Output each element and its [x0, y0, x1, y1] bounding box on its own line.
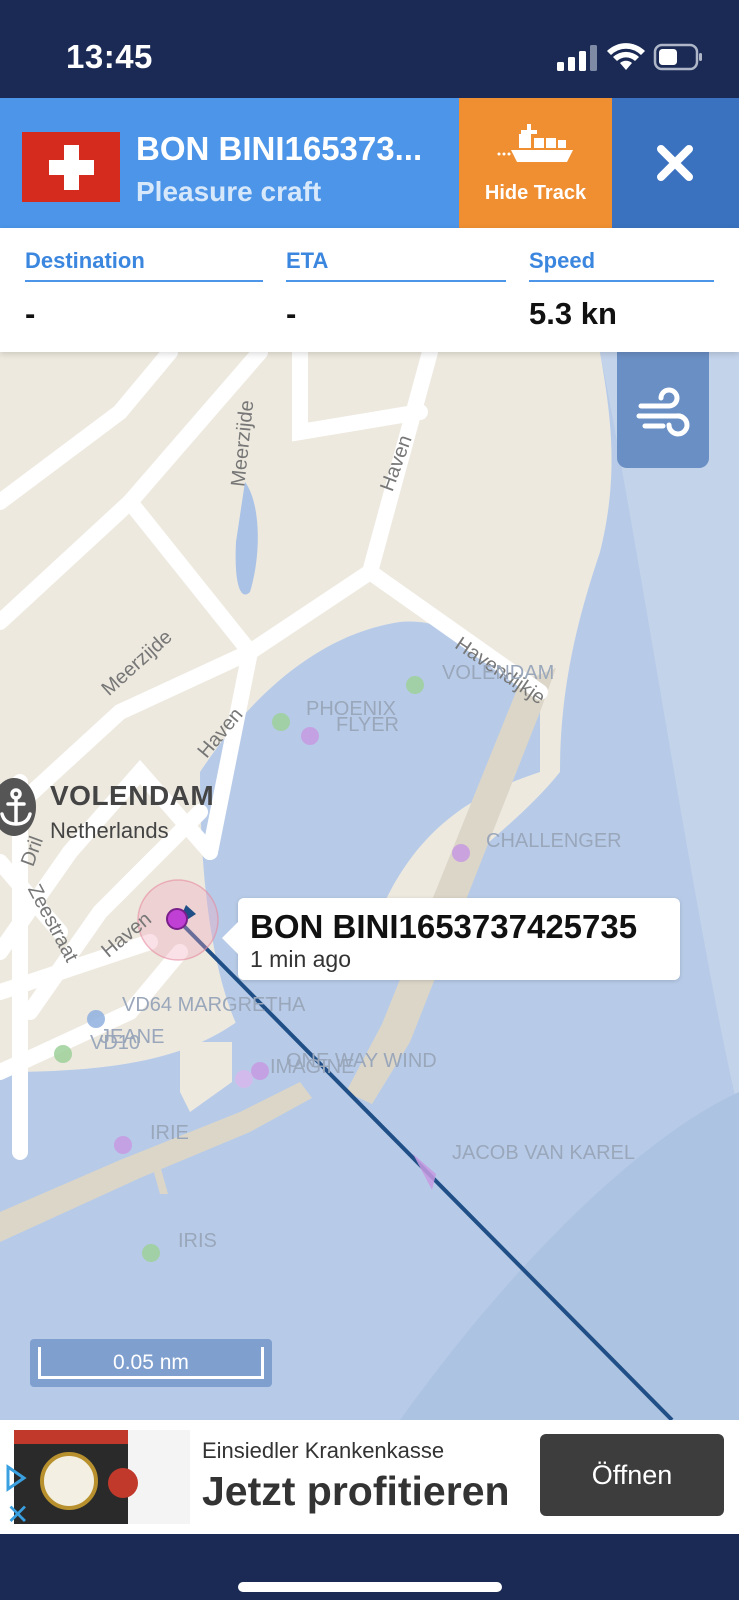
- hide-track-label: Hide Track: [484, 182, 587, 204]
- destination-label: Destination: [25, 248, 263, 282]
- vessel-label: JEANE: [100, 1026, 165, 1048]
- clock-icon: [40, 1452, 98, 1510]
- vessel-label: VD64 MARGRETHA: [122, 994, 306, 1016]
- map-base: [0, 352, 739, 1420]
- close-button[interactable]: [612, 98, 739, 228]
- status-icons: [543, 42, 703, 72]
- place-country: Netherlands: [50, 818, 169, 843]
- speed-field: Speed 5.3 kn: [529, 248, 714, 332]
- wifi-icon: [607, 43, 645, 70]
- destination-value: -: [25, 296, 36, 331]
- ad-advertiser: Einsiedler Krankenkasse: [202, 1438, 445, 1463]
- signal-icon: [557, 45, 597, 71]
- scale-label: 0.05 nm: [113, 1351, 189, 1374]
- hide-track-button[interactable]: Hide Track: [459, 98, 612, 228]
- weather-layer-button[interactable]: [617, 368, 709, 468]
- ad-open-button[interactable]: Öffnen: [540, 1434, 724, 1516]
- status-time: 13:45: [66, 38, 153, 75]
- vessel-type: Pleasure craft: [136, 176, 322, 207]
- battery-icon: [653, 43, 702, 71]
- ad-banner[interactable]: ✕ Einsiedler Krankenkasse Jetzt profitie…: [0, 1420, 739, 1534]
- tooltip-vessel-name: BON BINI1653737425735: [250, 908, 638, 945]
- speed-label: Speed: [529, 248, 714, 282]
- status-bar: 13:45: [0, 0, 739, 98]
- eta-field: ETA -: [286, 248, 506, 332]
- vessel-label: CHALLENGER: [486, 830, 622, 852]
- destination-field: Destination -: [25, 248, 263, 332]
- vessel-label: JACOB VAN KAREL: [452, 1142, 636, 1164]
- tooltip-last-seen: 1 min ago: [250, 946, 352, 972]
- eta-value: -: [286, 296, 297, 331]
- eta-label: ETA: [286, 248, 506, 282]
- adchoices-icon[interactable]: [4, 1464, 28, 1492]
- speed-value: 5.3 kn: [529, 296, 617, 331]
- switzerland-flag-icon: [22, 132, 120, 202]
- map-scale: 0.05 nm: [30, 1339, 272, 1387]
- vessel-label: IRIE: [150, 1122, 189, 1144]
- place-name: VOLENDAM: [50, 780, 215, 811]
- vessel-tooltip[interactable]: BON BINI1653737425735 1 min ago: [222, 898, 680, 980]
- close-icon: [657, 145, 693, 181]
- home-indicator[interactable]: [238, 1582, 502, 1592]
- vessel-label: IRIS: [178, 1230, 217, 1252]
- vessel-header: BON BINI165373... Pleasure craft Hide Tr…: [0, 98, 739, 228]
- ad-image[interactable]: [14, 1430, 190, 1524]
- vessel-name: BON BINI165373...: [136, 130, 423, 167]
- ad-close-icon[interactable]: ✕: [6, 1498, 29, 1531]
- vessel-label: VOLENDAM: [442, 662, 555, 684]
- vessel-label: IMAGINE: [270, 1056, 355, 1078]
- map-view[interactable]: Meerzijde Haven Meerzijde Haven Dril Zee…: [0, 352, 739, 1420]
- voyage-info: Destination - ETA - Speed 5.3 kn: [0, 228, 739, 352]
- anchor-icon[interactable]: [0, 778, 36, 836]
- vessel-label: FLYER: [336, 714, 399, 736]
- wind-icon: [636, 387, 690, 437]
- ad-headline: Jetzt profitieren: [202, 1468, 510, 1514]
- cargo-ship-icon: [497, 124, 573, 162]
